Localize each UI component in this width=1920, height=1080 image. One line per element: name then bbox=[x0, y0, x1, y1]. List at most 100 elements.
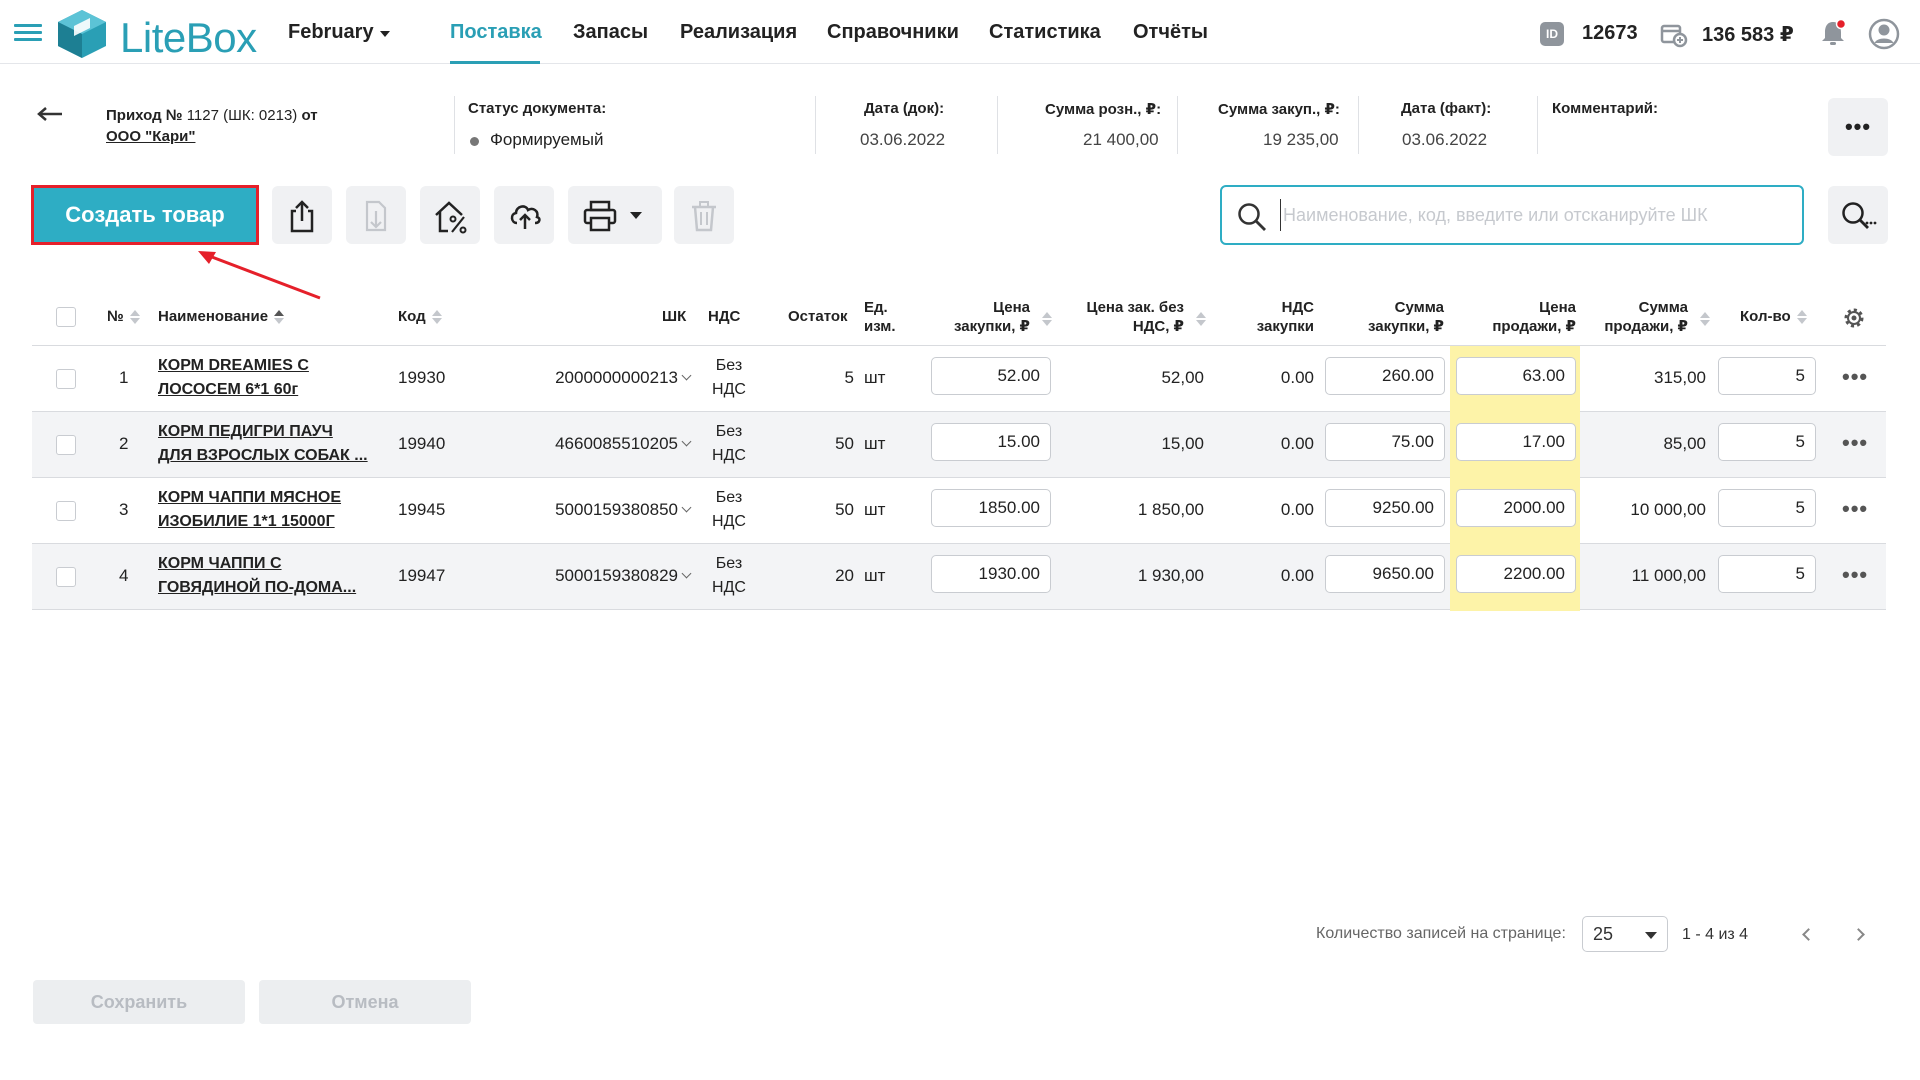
purchase-sum-input[interactable] bbox=[1325, 357, 1445, 395]
save-button[interactable]: Сохранить bbox=[33, 980, 245, 1024]
purchase-price-no-vat: 52,00 bbox=[1161, 368, 1204, 387]
row-actions-icon[interactable]: ••• bbox=[1842, 496, 1868, 522]
column-header-purchase-vat-label: НДС bbox=[1281, 299, 1314, 316]
purchase-price-input[interactable] bbox=[931, 423, 1051, 461]
product-barcode[interactable]: 5000159380829 bbox=[520, 566, 678, 586]
more-options-button[interactable]: ••• bbox=[1828, 98, 1888, 156]
bell-icon[interactable] bbox=[1818, 18, 1848, 53]
delete-button[interactable] bbox=[674, 186, 734, 244]
sort-icon[interactable] bbox=[1700, 312, 1710, 326]
column-header-purchase-price-no-vat[interactable]: Цена зак. без НДС, ₽ bbox=[1060, 298, 1184, 336]
logo-text: LiteBox bbox=[120, 14, 257, 61]
product-name-link[interactable]: КОРМ ЧАППИ С ГОВЯДИНОЙ ПО-ДОМА... bbox=[158, 552, 388, 600]
sale-price-input[interactable] bbox=[1456, 555, 1576, 593]
chevron-down-icon[interactable] bbox=[380, 31, 390, 37]
vat-rate-line: НДС bbox=[712, 579, 746, 596]
top-navigation: LiteBox February Поставка Запасы Реализа… bbox=[0, 0, 1920, 64]
sort-icon[interactable] bbox=[1196, 312, 1206, 326]
back-arrow-icon[interactable] bbox=[36, 106, 64, 127]
vat-rate: Без НДС bbox=[706, 354, 752, 402]
create-product-button[interactable]: Создать товар bbox=[31, 185, 259, 245]
month-selector[interactable]: February bbox=[288, 21, 374, 44]
header-divider bbox=[1358, 96, 1359, 154]
nav-item-realizatsiya[interactable]: Реализация bbox=[680, 21, 797, 44]
print-button[interactable] bbox=[568, 186, 662, 244]
nav-item-statistika[interactable]: Статистика bbox=[989, 21, 1101, 44]
purchase-price-input[interactable] bbox=[931, 357, 1051, 395]
fact-date-label: Дата (факт): bbox=[1401, 100, 1492, 117]
row-actions-icon[interactable]: ••• bbox=[1842, 562, 1868, 588]
sale-price-input[interactable] bbox=[1456, 357, 1576, 395]
gear-icon[interactable] bbox=[1842, 306, 1866, 335]
nav-item-otchety[interactable]: Отчёты bbox=[1133, 21, 1208, 44]
column-header-purchase-price[interactable]: Цена закупки, ₽ bbox=[926, 298, 1030, 336]
search-input[interactable] bbox=[1280, 199, 1790, 231]
quantity-input[interactable] bbox=[1718, 357, 1816, 395]
vat-rate: Без НДС bbox=[706, 486, 752, 534]
row-checkbox[interactable] bbox=[56, 435, 76, 455]
purchase-sum-input[interactable] bbox=[1325, 489, 1445, 527]
account-balance[interactable]: 136 583 ₽ bbox=[1702, 22, 1794, 47]
sale-price-input[interactable] bbox=[1456, 423, 1576, 461]
product-barcode[interactable]: 5000159380850 bbox=[520, 500, 678, 520]
row-number: 1 bbox=[119, 368, 129, 387]
markup-button[interactable] bbox=[420, 186, 480, 244]
column-header-code[interactable]: Код bbox=[398, 307, 442, 326]
row-checkbox[interactable] bbox=[56, 501, 76, 521]
cloud-upload-button[interactable] bbox=[494, 186, 554, 244]
advanced-search-button[interactable] bbox=[1828, 186, 1888, 244]
cancel-button[interactable]: Отмена bbox=[259, 980, 471, 1024]
nav-item-spravochniki[interactable]: Справочники bbox=[827, 21, 959, 44]
product-barcode[interactable]: 2000000000213 bbox=[520, 368, 678, 388]
row-number: 3 bbox=[119, 500, 129, 519]
purchase-price-no-vat: 1 930,00 bbox=[1137, 566, 1204, 585]
column-header-name[interactable]: Наименование bbox=[158, 307, 285, 326]
chevron-left-icon[interactable] bbox=[1802, 928, 1815, 941]
supplier-link[interactable]: ООО "Кари" bbox=[106, 128, 195, 145]
logo[interactable]: LiteBox bbox=[54, 8, 264, 61]
user-avatar-icon[interactable] bbox=[1868, 18, 1900, 55]
stock-value: 50 bbox=[835, 434, 854, 453]
search-box bbox=[1220, 185, 1804, 245]
menu-icon[interactable] bbox=[14, 24, 42, 42]
retail-sum-value: 21 400,00 bbox=[1083, 130, 1159, 149]
product-name-link[interactable]: КОРМ DREAMIES С ЛОСОСЕМ 6*1 60г bbox=[158, 354, 388, 402]
nav-item-postavka[interactable]: Поставка bbox=[450, 21, 542, 44]
row-checkbox[interactable] bbox=[56, 369, 76, 389]
column-header-num[interactable]: № bbox=[107, 307, 140, 326]
product-name-link[interactable]: КОРМ ПЕДИГРИ ПАУЧ ДЛЯ ВЗРОСЛЫХ СОБАК ... bbox=[158, 420, 388, 468]
quantity-input[interactable] bbox=[1718, 555, 1816, 593]
house-percent-icon bbox=[435, 201, 467, 234]
row-number: 2 bbox=[119, 434, 129, 453]
per-page-select[interactable]: 25 bbox=[1582, 916, 1668, 952]
purchase-sum-input[interactable] bbox=[1325, 555, 1445, 593]
product-name-link[interactable]: КОРМ ЧАППИ МЯСНОЕ ИЗОБИЛИЕ 1*1 15000Г bbox=[158, 486, 388, 534]
column-header-unit-label: Ед. bbox=[864, 299, 888, 316]
document-title-prefix: Приход № bbox=[106, 107, 183, 124]
purchase-price-input[interactable] bbox=[931, 489, 1051, 527]
import-button[interactable] bbox=[346, 186, 406, 244]
row-checkbox[interactable] bbox=[56, 567, 76, 587]
status-value: Формируемый bbox=[490, 130, 604, 149]
column-header-qty[interactable]: Кол-во bbox=[1740, 307, 1807, 326]
column-header-code-label: Код bbox=[398, 308, 426, 325]
purchase-price-input[interactable] bbox=[931, 555, 1051, 593]
row-number: 4 bbox=[119, 566, 129, 585]
column-header-purchase-vat: НДС закупки bbox=[1230, 298, 1314, 336]
sort-icon[interactable] bbox=[1042, 312, 1052, 326]
select-all-checkbox[interactable] bbox=[56, 307, 76, 327]
row-actions-icon[interactable]: ••• bbox=[1842, 430, 1868, 456]
quantity-input[interactable] bbox=[1718, 489, 1816, 527]
row-actions-icon[interactable]: ••• bbox=[1842, 364, 1868, 390]
vat-rate-line: НДС bbox=[712, 447, 746, 464]
trash-icon bbox=[692, 201, 716, 232]
column-header-purchase-sum: Сумма закупки, ₽ bbox=[1334, 298, 1444, 336]
export-button[interactable] bbox=[272, 186, 332, 244]
sale-price-input[interactable] bbox=[1456, 489, 1576, 527]
nav-item-zapasy[interactable]: Запасы bbox=[573, 21, 648, 44]
chevron-right-icon[interactable] bbox=[1852, 928, 1865, 941]
purchase-sum-input[interactable] bbox=[1325, 423, 1445, 461]
product-barcode[interactable]: 4660085510205 bbox=[520, 434, 678, 454]
column-header-sale-sum[interactable]: Сумма продажи, ₽ bbox=[1590, 298, 1688, 336]
quantity-input[interactable] bbox=[1718, 423, 1816, 461]
